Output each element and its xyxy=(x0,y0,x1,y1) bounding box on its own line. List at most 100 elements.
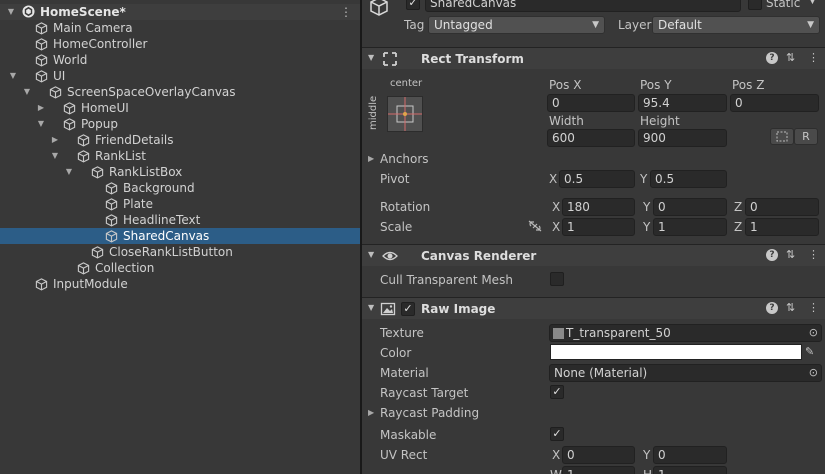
settings-sliders-icon[interactable]: ⇅ xyxy=(786,51,795,64)
layer-dropdown[interactable]: Default ▼ xyxy=(652,16,820,34)
anchor-preset-button[interactable] xyxy=(387,96,423,132)
hierarchy-item[interactable]: World xyxy=(0,52,360,68)
active-checkbox[interactable]: ✓ xyxy=(406,0,420,10)
hierarchy-item[interactable]: Collection xyxy=(0,260,360,276)
settings-sliders-icon[interactable]: ⇅ xyxy=(786,301,795,314)
hierarchy-item-label: RankList xyxy=(95,149,146,163)
hierarchy-item[interactable]: ▶ FriendDetails xyxy=(0,132,360,148)
hierarchy-item[interactable]: SharedCanvas xyxy=(0,228,360,244)
hierarchy-item-label: UI xyxy=(53,69,66,83)
rect-transform-icon xyxy=(383,52,397,66)
layer-value: Default xyxy=(658,18,702,32)
raycast-target-checkbox[interactable]: ✓ xyxy=(550,385,564,399)
fold-closed-icon[interactable]: ▶ xyxy=(368,154,374,163)
texture-label: Texture xyxy=(380,326,424,340)
scale-x-field[interactable]: 1 xyxy=(562,218,635,236)
uv-h-label: H xyxy=(643,468,652,474)
hierarchy-item-label: Collection xyxy=(95,261,155,275)
maskable-checkbox[interactable]: ✓ xyxy=(550,427,564,441)
texture-field[interactable]: T_transparent_50 ⊙ xyxy=(549,324,822,342)
hierarchy-item[interactable]: HeadlineText xyxy=(0,212,360,228)
object-name-field[interactable]: SharedCanvas xyxy=(425,0,741,12)
width-field[interactable]: 600 xyxy=(547,129,635,147)
pos-y-field[interactable]: 95.4 xyxy=(638,94,727,112)
blueprint-mode-button[interactable] xyxy=(770,128,794,145)
fold-open-icon[interactable]: ▼ xyxy=(50,148,60,164)
raw-edit-button[interactable]: R xyxy=(794,128,818,145)
pos-z-field[interactable]: 0 xyxy=(730,94,819,112)
fold-open-icon[interactable]: ▼ xyxy=(368,53,374,62)
fold-closed-icon[interactable]: ▶ xyxy=(50,132,60,148)
material-field[interactable]: None (Material) ⊙ xyxy=(549,364,822,382)
hierarchy-item[interactable]: HomeController xyxy=(0,36,360,52)
uv-h-field[interactable]: 1 xyxy=(653,466,727,474)
rotation-x-field[interactable]: 180 xyxy=(562,198,635,216)
fold-closed-icon[interactable]: ▶ xyxy=(36,100,46,116)
help-icon[interactable]: ? xyxy=(766,302,778,314)
rotation-y-field[interactable]: 0 xyxy=(653,198,727,216)
eyedropper-icon[interactable]: ✎ xyxy=(805,345,814,358)
layer-label: Layer xyxy=(618,18,652,32)
height-field[interactable]: 900 xyxy=(638,129,727,147)
kebab-menu-icon[interactable]: ⋮ xyxy=(340,4,352,20)
kebab-menu-icon[interactable]: ⋮ xyxy=(808,51,819,64)
pos-x-field[interactable]: 0 xyxy=(547,94,635,112)
hierarchy-item[interactable]: ▼ RankListBox xyxy=(0,164,360,180)
link-icon[interactable] xyxy=(528,220,542,232)
canvas-renderer-header[interactable]: ▼ Canvas Renderer ? ⇅ ⋮ xyxy=(362,244,825,266)
hierarchy-item[interactable]: ▶ HomeUI xyxy=(0,100,360,116)
hierarchy-item[interactable]: ▼ RankList xyxy=(0,148,360,164)
tag-value: Untagged xyxy=(434,18,493,32)
rotation-z-field[interactable]: 0 xyxy=(745,198,819,216)
fold-closed-icon[interactable]: ▶ xyxy=(368,408,374,417)
help-icon[interactable]: ? xyxy=(766,249,778,261)
static-dropdown-icon[interactable]: ▼ xyxy=(809,0,816,6)
uv-y-field[interactable]: 0 xyxy=(653,446,727,464)
raw-image-header[interactable]: ▼ ✓ Raw Image ? ⇅ ⋮ xyxy=(362,297,825,319)
rect-transform-header[interactable]: ▼ Rect Transform ? ⇅ ⋮ xyxy=(362,47,825,69)
object-picker-icon[interactable]: ⊙ xyxy=(809,365,818,381)
texture-value: T_transparent_50 xyxy=(566,326,671,340)
eye-icon xyxy=(382,251,398,261)
hierarchy-item[interactable]: ▼ ScreenSpaceOverlayCanvas xyxy=(0,84,360,100)
scene-row[interactable]: ▼ HomeScene* ⋮ xyxy=(0,4,360,20)
hierarchy-item[interactable]: ▼ UI xyxy=(0,68,360,84)
hierarchy-item[interactable]: Background xyxy=(0,180,360,196)
hierarchy-item[interactable]: ▼ Popup xyxy=(0,116,360,132)
fold-open-icon[interactable]: ▼ xyxy=(64,164,74,180)
tag-dropdown[interactable]: Untagged ▼ xyxy=(428,16,605,34)
scale-y-field[interactable]: 1 xyxy=(653,218,727,236)
settings-sliders-icon[interactable]: ⇅ xyxy=(786,248,795,261)
fold-open-icon[interactable]: ▼ xyxy=(36,116,46,132)
uv-x-field[interactable]: 0 xyxy=(562,446,635,464)
raw-image-enabled-checkbox[interactable]: ✓ xyxy=(401,302,415,316)
object-picker-icon[interactable]: ⊙ xyxy=(809,325,818,341)
axis-y-label: Y xyxy=(643,220,651,234)
hierarchy-item[interactable]: Plate xyxy=(0,196,360,212)
hierarchy-item[interactable]: CloseRankListButton xyxy=(0,244,360,260)
tag-label: Tag xyxy=(404,18,425,32)
raycast-padding-label[interactable]: Raycast Padding xyxy=(380,406,479,420)
scale-z-field[interactable]: 1 xyxy=(745,218,819,236)
fold-open-icon[interactable]: ▼ xyxy=(22,84,32,100)
fold-open-icon[interactable]: ▼ xyxy=(8,68,18,84)
uv-w-field[interactable]: 1 xyxy=(562,466,635,474)
color-swatch[interactable] xyxy=(550,344,802,360)
gameobject-cube-icon xyxy=(370,0,388,16)
hierarchy-item[interactable]: Main Camera xyxy=(0,20,360,36)
kebab-menu-icon[interactable]: ⋮ xyxy=(808,301,819,314)
pivot-y-field[interactable]: 0.5 xyxy=(650,170,727,188)
hierarchy-item-label: Popup xyxy=(81,117,118,131)
cull-checkbox[interactable] xyxy=(550,272,564,286)
fold-open-icon[interactable]: ▼ xyxy=(368,303,374,312)
fold-open-icon[interactable]: ▼ xyxy=(368,250,374,259)
static-checkbox[interactable] xyxy=(748,0,762,10)
fold-open-icon[interactable]: ▼ xyxy=(6,4,16,20)
pivot-x-field[interactable]: 0.5 xyxy=(559,170,635,188)
kebab-menu-icon[interactable]: ⋮ xyxy=(808,248,819,261)
hierarchy-item[interactable]: InputModule xyxy=(0,276,360,292)
anchors-label[interactable]: Anchors xyxy=(380,152,429,166)
gameobject-cube-icon xyxy=(35,54,48,67)
canvas-renderer-title: Canvas Renderer xyxy=(421,249,537,263)
help-icon[interactable]: ? xyxy=(766,52,778,64)
